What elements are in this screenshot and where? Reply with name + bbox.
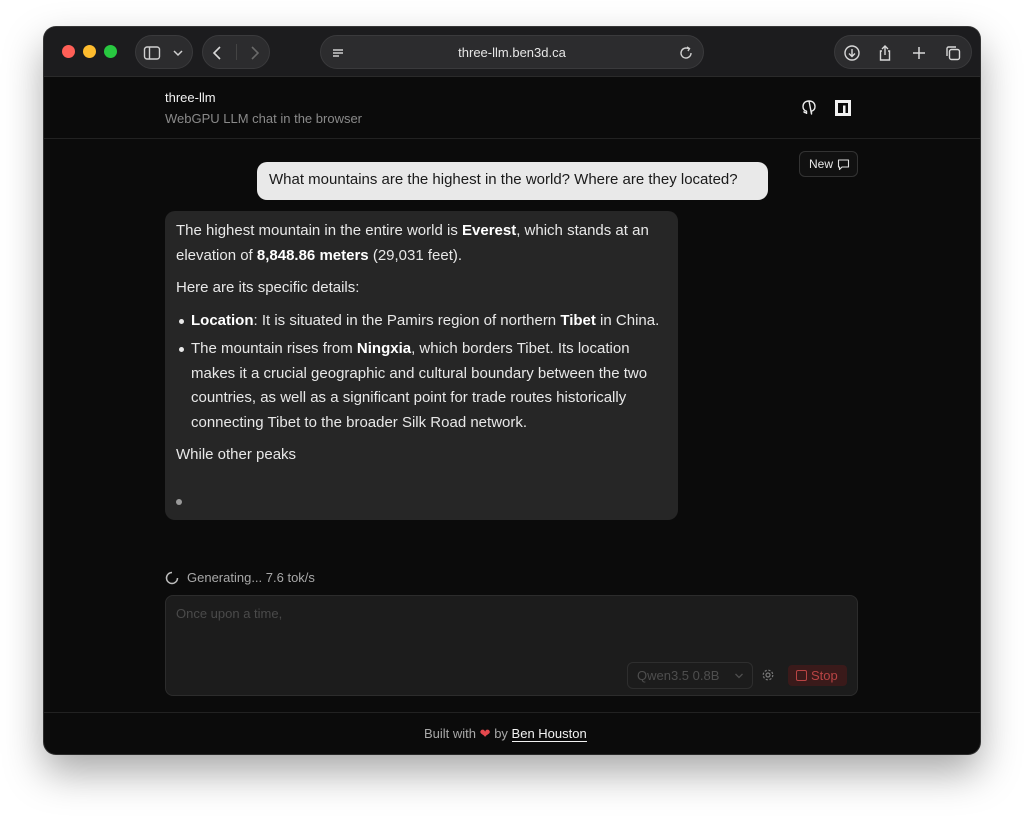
chevron-down-icon bbox=[735, 673, 743, 679]
stop-icon bbox=[796, 670, 807, 681]
footer: Built with ❤ by Ben Houston bbox=[44, 712, 980, 754]
bold-text: 8,848.86 meters bbox=[256, 246, 369, 264]
text-span: The highest mountain in the entire world… bbox=[176, 222, 462, 239]
back-arrow-icon[interactable] bbox=[209, 44, 227, 62]
prompt-input[interactable]: Once upon a time, bbox=[176, 606, 282, 621]
stop-button[interactable]: Stop bbox=[788, 665, 847, 686]
assistant-paragraph: The highest mountain in the entire world… bbox=[176, 219, 667, 268]
text-span: in China. bbox=[595, 311, 660, 329]
generation-status: Generating... 7.6 tok/s bbox=[165, 570, 315, 585]
model-label: Qwen3.5 0.8B bbox=[637, 668, 720, 683]
app-header: three-llm WebGPU LLM chat in the browser bbox=[44, 77, 980, 139]
forward-arrow-icon[interactable] bbox=[245, 44, 263, 62]
text-span: (29,031 feet). bbox=[368, 246, 463, 264]
browser-window: three-llm.ben3d.ca three-llm WebGPU LLM … bbox=[44, 27, 980, 754]
reload-icon[interactable] bbox=[677, 44, 695, 62]
sidebar-icon bbox=[143, 46, 161, 60]
gear-icon[interactable] bbox=[761, 668, 775, 682]
author-link[interactable]: Ben Houston bbox=[511, 726, 587, 742]
text-span: : It is situated in the Pamirs region of… bbox=[253, 311, 561, 329]
github-icon[interactable] bbox=[800, 99, 818, 117]
url-text[interactable]: three-llm.ben3d.ca bbox=[321, 45, 703, 60]
bold-text: Location bbox=[191, 311, 254, 329]
text-span: The mountain rises from bbox=[191, 340, 357, 357]
tabs-overview-icon[interactable] bbox=[944, 44, 962, 62]
bold-text: Everest bbox=[462, 222, 517, 239]
download-icon[interactable] bbox=[843, 44, 861, 62]
new-chat-button[interactable]: New bbox=[799, 151, 858, 177]
new-chat-label: New bbox=[809, 157, 834, 171]
footer-by: by bbox=[494, 726, 508, 741]
status-text: Generating... 7.6 tok/s bbox=[187, 570, 315, 585]
assistant-paragraph: While other peaks bbox=[176, 446, 297, 463]
heart-icon: ❤ bbox=[479, 726, 491, 741]
npm-icon[interactable] bbox=[834, 99, 852, 117]
prompt-composer[interactable]: Once upon a time, Qwen3.5 0.8B Stop bbox=[165, 595, 858, 696]
spinner-icon bbox=[165, 571, 179, 585]
app-subtitle: WebGPU LLM chat in the browser bbox=[165, 111, 363, 126]
footer-text: Built with ❤ by Ben Houston bbox=[424, 726, 587, 742]
browser-toolbar: three-llm.ben3d.ca bbox=[44, 27, 980, 77]
list-item: Location: It is situated in the Pamirs r… bbox=[176, 309, 667, 334]
list-item: The mountain rises from Ningxia, which b… bbox=[176, 337, 667, 435]
zoom-window-button[interactable] bbox=[104, 45, 117, 58]
footer-prefix: Built with bbox=[424, 726, 477, 741]
user-message: What mountains are the highest in the wo… bbox=[257, 162, 768, 200]
new-tab-icon[interactable] bbox=[910, 44, 928, 62]
chevron-down-icon bbox=[173, 50, 183, 57]
close-window-button[interactable] bbox=[62, 45, 75, 58]
streaming-cursor bbox=[176, 499, 182, 505]
minimize-window-button[interactable] bbox=[83, 45, 96, 58]
app-title: three-llm bbox=[165, 90, 216, 105]
address-bar[interactable]: three-llm.ben3d.ca bbox=[320, 35, 704, 69]
stop-label: Stop bbox=[811, 668, 838, 683]
assistant-paragraph: Here are its specific details: bbox=[176, 279, 360, 296]
browser-actions bbox=[834, 35, 972, 69]
share-icon[interactable] bbox=[876, 44, 894, 62]
bold-text: Tibet bbox=[560, 311, 596, 329]
model-select[interactable]: Qwen3.5 0.8B bbox=[627, 662, 753, 689]
assistant-message: The highest mountain in the entire world… bbox=[165, 211, 678, 520]
bold-text: Ningxia bbox=[356, 340, 412, 357]
assistant-list: Location: It is situated in the Pamirs r… bbox=[176, 309, 667, 436]
chat-bubble-icon bbox=[837, 159, 850, 171]
navigation-buttons bbox=[202, 35, 270, 69]
sidebar-toggle-button[interactable] bbox=[135, 35, 193, 69]
